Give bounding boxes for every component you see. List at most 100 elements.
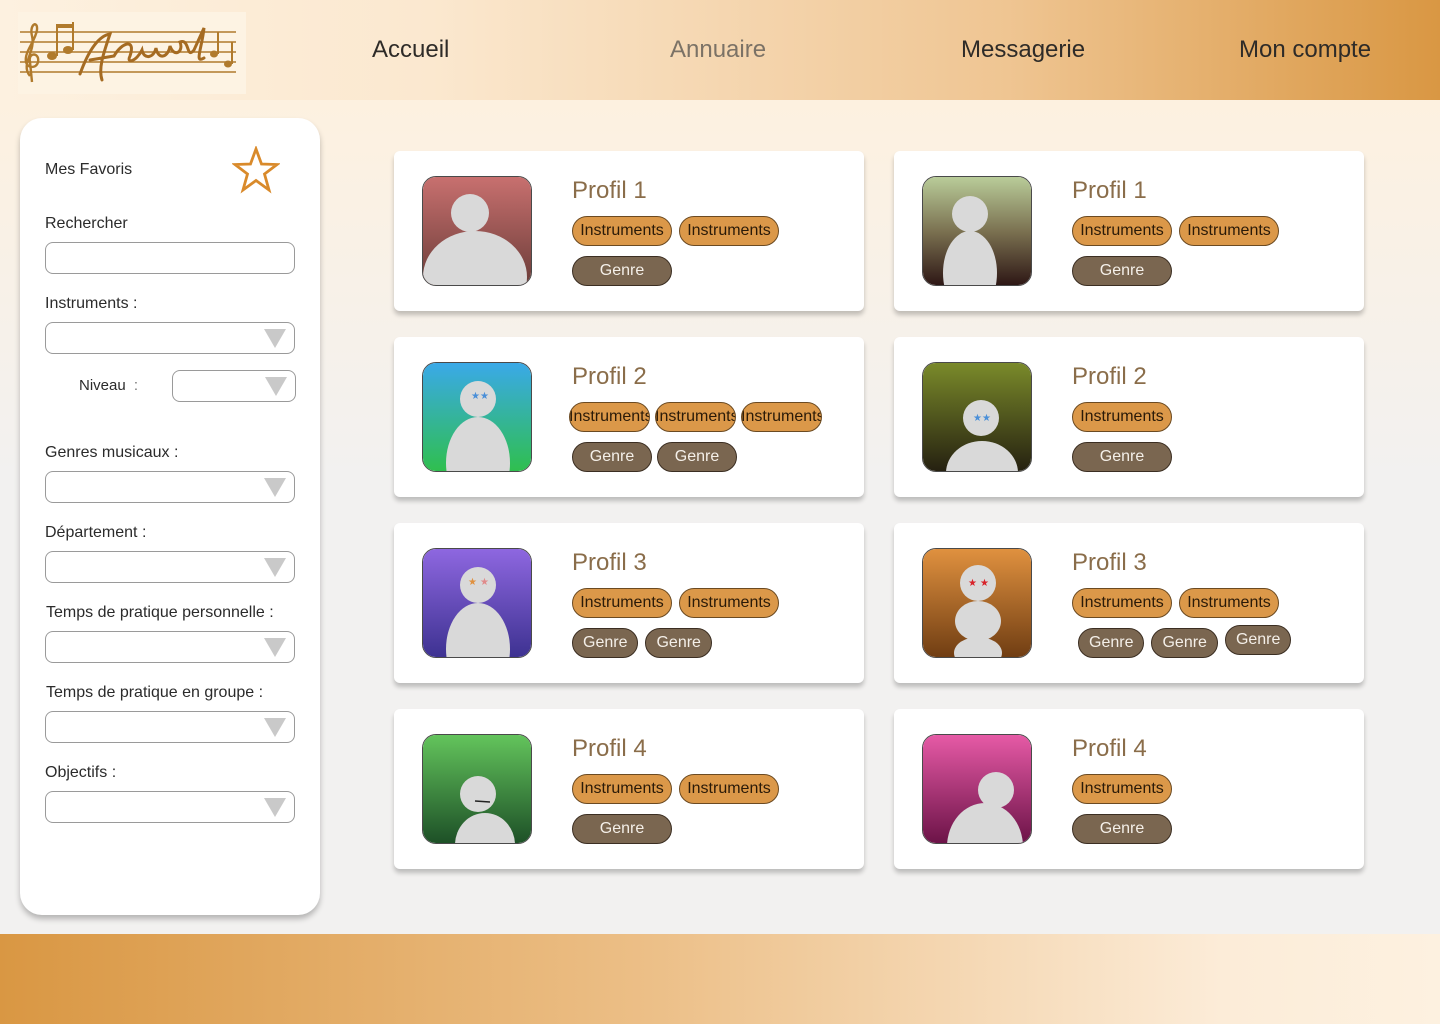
genre-tag[interactable]: Genre xyxy=(1078,628,1145,658)
instrument-tag[interactable]: Instruments xyxy=(679,216,779,246)
objectives-select[interactable] xyxy=(45,791,295,823)
instrument-tag[interactable]: Instruments xyxy=(1072,774,1172,804)
genre-tag[interactable]: Genre xyxy=(572,814,672,844)
instrument-tag[interactable]: Instruments xyxy=(741,402,822,432)
personal-practice-select[interactable] xyxy=(45,631,295,663)
profile-card[interactable]: Profil 1 Instruments Instruments Genre xyxy=(894,151,1364,311)
instrument-tags: Instruments xyxy=(1072,402,1172,432)
genre-tags: Genre Genre Genre xyxy=(1078,625,1292,658)
level-label-text: Niveau xyxy=(79,377,126,394)
accords-logo[interactable] xyxy=(18,12,246,94)
svg-text:★: ★ xyxy=(468,577,477,588)
level-label-colon: : xyxy=(133,377,139,394)
level-select[interactable] xyxy=(172,370,296,402)
genre-tag[interactable]: Genre xyxy=(1151,628,1218,658)
genre-tag[interactable]: Genre xyxy=(572,442,652,472)
chevron-down-icon xyxy=(264,798,286,817)
avatar xyxy=(422,176,532,286)
genre-tag[interactable]: Genre xyxy=(1072,256,1172,286)
instrument-tag[interactable]: Instruments xyxy=(1072,588,1172,618)
svg-text:★: ★ xyxy=(471,391,480,402)
instrument-tag[interactable]: Instruments xyxy=(679,774,779,804)
instrument-tags: Instruments Instruments xyxy=(1072,588,1279,618)
profile-card[interactable]: ★ ★ Profil 3 Instruments Instruments Gen… xyxy=(394,523,864,683)
avatar: ★ ★ xyxy=(422,362,532,472)
genre-tag[interactable]: Genre xyxy=(572,628,639,658)
personal-practice-label: Temps de pratique personnelle : xyxy=(46,604,274,621)
instrument-tag[interactable]: Instruments xyxy=(572,588,672,618)
instrument-tag[interactable]: Instruments xyxy=(1179,216,1279,246)
avatar xyxy=(422,734,532,844)
avatar: ★ ★ xyxy=(922,548,1032,658)
search-input[interactable] xyxy=(45,242,295,274)
nav-messagerie[interactable]: Messagerie xyxy=(961,36,1085,64)
group-practice-label: Temps de pratique en groupe : xyxy=(46,684,264,701)
instrument-tags: Instruments Instruments xyxy=(572,774,779,804)
footer xyxy=(0,934,1440,1024)
profile-title: Profil 2 xyxy=(1072,363,1147,390)
instruments-select[interactable] xyxy=(45,322,295,354)
genre-tags: Genre xyxy=(572,814,672,844)
profile-card[interactable]: Profil 1 Instruments Instruments Genre xyxy=(394,151,864,311)
instrument-tag[interactable]: Instruments xyxy=(572,774,672,804)
genres-select[interactable] xyxy=(45,471,295,503)
instrument-tags: Instruments Instruments xyxy=(572,216,779,246)
nav-annuaire[interactable]: Annuaire xyxy=(670,36,766,64)
instruments-label: Instruments : xyxy=(45,295,138,312)
group-practice-select[interactable] xyxy=(45,711,295,743)
profile-title: Profil 3 xyxy=(572,549,647,576)
avatar: ★ ★ xyxy=(922,362,1032,472)
profile-title: Profil 1 xyxy=(1072,177,1147,204)
instrument-tags: Instruments Instruments xyxy=(572,588,779,618)
chevron-down-icon xyxy=(264,558,286,577)
instrument-tag[interactable]: Instruments xyxy=(1179,588,1279,618)
favorites-label: Mes Favoris xyxy=(45,161,133,178)
genre-tags: Genre xyxy=(1072,256,1172,286)
genre-tag[interactable]: Genre xyxy=(572,256,672,286)
profile-card[interactable]: Profil 4 Instruments Instruments Genre xyxy=(394,709,864,869)
objectives-label: Objectifs : xyxy=(45,764,117,781)
instrument-tag[interactable]: Instruments xyxy=(569,402,650,432)
svg-text:★: ★ xyxy=(980,578,989,589)
genre-tag[interactable]: Genre xyxy=(657,442,737,472)
genre-tag[interactable]: Genre xyxy=(1072,442,1172,472)
star-icon[interactable] xyxy=(232,146,280,194)
instrument-tag-label: Instruments xyxy=(741,408,822,425)
chevron-down-icon xyxy=(264,718,286,737)
instrument-tag[interactable]: Instruments xyxy=(655,402,736,432)
profile-title: Profil 4 xyxy=(572,735,647,762)
instrument-tag[interactable]: Instruments xyxy=(572,216,672,246)
genre-tags: Genre Genre xyxy=(572,442,737,472)
svg-text:★: ★ xyxy=(968,578,977,589)
avatar xyxy=(922,734,1032,844)
genre-tags: Genre xyxy=(572,256,672,286)
profile-card[interactable]: ★ ★ Profil 3 Instruments Instruments Gen… xyxy=(894,523,1364,683)
department-select[interactable] xyxy=(45,551,295,583)
profile-title: Profil 2 xyxy=(572,363,647,390)
avatar xyxy=(922,176,1032,286)
chevron-down-icon xyxy=(264,478,286,497)
top-header: Accueil Annuaire Messagerie Mon compte xyxy=(0,0,1440,100)
genre-tags: Genre xyxy=(1072,814,1172,844)
svg-text:★: ★ xyxy=(480,391,489,402)
genre-tag[interactable]: Genre xyxy=(645,628,712,658)
genre-tags: Genre Genre xyxy=(572,628,712,658)
instrument-tag[interactable]: Instruments xyxy=(679,588,779,618)
instrument-tag[interactable]: Instruments xyxy=(1072,216,1172,246)
profile-card[interactable]: ★ ★ Profil 2 Instruments Genre xyxy=(894,337,1364,497)
nav-accueil[interactable]: Accueil xyxy=(372,36,449,64)
profile-card[interactable]: ★ ★ Profil 2 Instruments Instruments Ins… xyxy=(394,337,864,497)
instrument-tag-label: Instruments xyxy=(569,408,650,425)
svg-text:★: ★ xyxy=(480,577,489,588)
search-label: Rechercher xyxy=(45,215,128,232)
profile-card[interactable]: Profil 4 Instruments Genre xyxy=(894,709,1364,869)
chevron-down-icon xyxy=(264,638,286,657)
avatar: ★ ★ xyxy=(422,548,532,658)
genre-tag[interactable]: Genre xyxy=(1072,814,1172,844)
nav-mon-compte[interactable]: Mon compte xyxy=(1239,36,1371,64)
svg-text:★: ★ xyxy=(973,413,982,424)
genre-tag[interactable]: Genre xyxy=(1224,625,1292,655)
chevron-down-icon xyxy=(264,329,286,348)
filter-sidebar: Mes Favoris Rechercher Instruments : Niv… xyxy=(20,118,320,915)
instrument-tag[interactable]: Instruments xyxy=(1072,402,1172,432)
